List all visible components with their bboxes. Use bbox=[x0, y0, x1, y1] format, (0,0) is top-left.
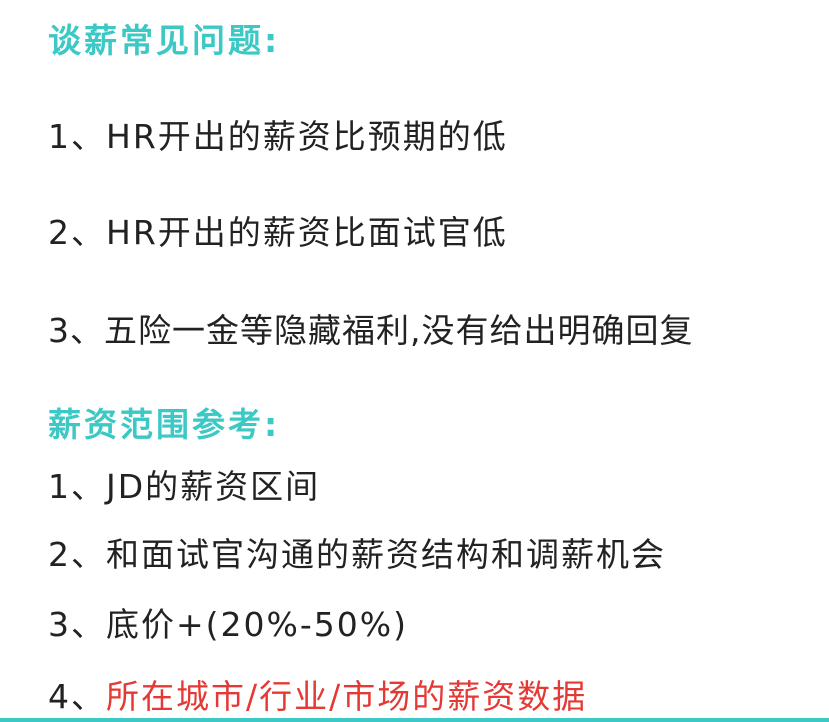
list-item-number: 3、 bbox=[48, 311, 104, 350]
list-item-number: 2、 bbox=[48, 535, 106, 574]
list-item: 2、HR开出的薪资比面试官低 bbox=[48, 216, 508, 249]
list-item: 3、五险一金等隐藏福利,没有给出明确回复 bbox=[48, 314, 694, 347]
list-item-text: 五险一金等隐藏福利,没有给出明确回复 bbox=[104, 311, 694, 350]
list-item: 1、HR开出的薪资比预期的低 bbox=[48, 120, 508, 153]
list-item-text-highlight: 所在城市/行业/市场的薪资数据 bbox=[106, 677, 588, 716]
bottom-accent-bar bbox=[0, 718, 829, 722]
list-item: 1、JD的薪资区间 bbox=[48, 470, 320, 503]
list-item: 2、和面试官沟通的薪资结构和调薪机会 bbox=[48, 538, 666, 571]
list-item-number: 1、 bbox=[48, 467, 106, 506]
list-item-number: 4、 bbox=[48, 677, 106, 716]
list-item-number: 1、 bbox=[48, 117, 106, 156]
list-item-text: 底价+(20%-50%) bbox=[106, 605, 409, 644]
section-heading-salary-reference: 薪资范围参考: bbox=[48, 405, 281, 444]
list-item-number: 2、 bbox=[48, 213, 106, 252]
list-item-number: 3、 bbox=[48, 605, 106, 644]
list-item-text: JD的薪资区间 bbox=[106, 467, 321, 506]
list-item: 3、底价+(20%-50%) bbox=[48, 608, 408, 641]
list-item: 4、所在城市/行业/市场的薪资数据 bbox=[48, 680, 587, 713]
list-item-text: 和面试官沟通的薪资结构和调薪机会 bbox=[106, 535, 666, 574]
section-heading-salary-faq: 谈薪常见问题: bbox=[48, 21, 281, 60]
list-item-text: HR开出的薪资比面试官低 bbox=[106, 213, 508, 252]
list-item-text: HR开出的薪资比预期的低 bbox=[106, 117, 508, 156]
